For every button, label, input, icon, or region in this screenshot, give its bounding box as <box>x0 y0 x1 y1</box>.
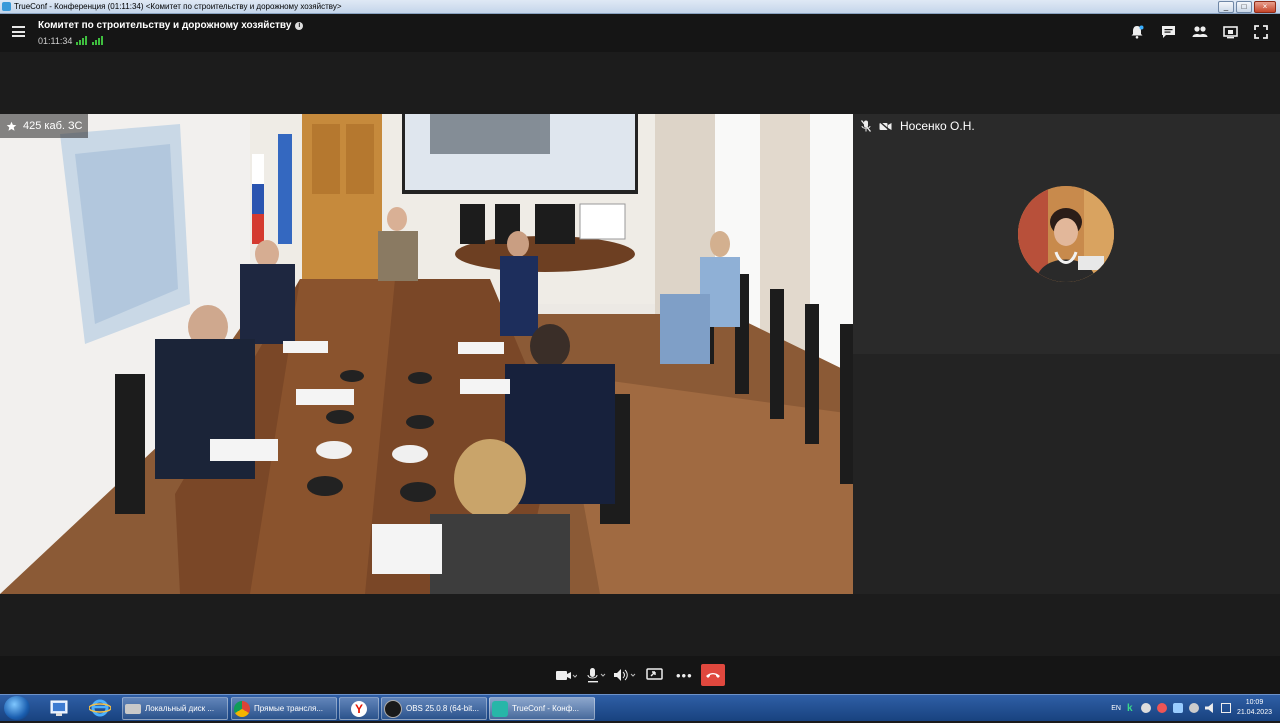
call-toolbar: ••• <box>0 656 1280 694</box>
participants-icon[interactable] <box>1192 25 1208 39</box>
video-stage: 425 каб. ЗС Носенко О.Н. <box>0 52 1280 656</box>
taskbar-item-label: OBS 25.0.8 (64-bit... <box>406 704 479 713</box>
speaker-button[interactable] <box>613 664 637 686</box>
yandex-icon: Y <box>351 700 367 717</box>
window-title: TrueConf - Конференция (01:11:34) <Комит… <box>14 2 342 11</box>
screen-share-button[interactable] <box>646 664 663 686</box>
bell-icon[interactable] <box>1130 25 1146 39</box>
hangup-icon <box>706 673 720 678</box>
tray-sync-icon[interactable] <box>1188 703 1199 713</box>
window-title-bar: TrueConf - Конференция (01:11:34) <Комит… <box>0 0 1280 14</box>
more-button[interactable]: ••• <box>676 664 693 686</box>
start-button[interactable] <box>4 696 30 720</box>
participant-avatar <box>1018 186 1114 282</box>
microphone-button[interactable] <box>585 664 607 686</box>
camera-icon <box>556 671 577 680</box>
minimize-button[interactable]: _ <box>1218 1 1234 13</box>
maximize-button[interactable]: □ <box>1236 1 1252 13</box>
system-clock[interactable]: 10:09 21.04.2023 <box>1237 698 1272 718</box>
trueconf-icon <box>492 700 508 717</box>
clock-date: 21.04.2023 <box>1236 709 1272 716</box>
conference-title-row: Комитет по строительству и дорожному хоз… <box>38 20 304 31</box>
empty-participant-area <box>853 354 1280 594</box>
tray-app-icon[interactable] <box>1140 703 1151 713</box>
close-button[interactable]: × <box>1254 1 1276 13</box>
camera-muted-icon <box>879 120 892 132</box>
hangup-button[interactable] <box>701 664 725 686</box>
elapsed-time: 01:11:34 <box>38 36 73 46</box>
main-video-label-bar: 425 каб. ЗС <box>0 114 89 138</box>
screen-share-icon <box>646 668 663 680</box>
conference-room-video <box>0 114 853 594</box>
language-indicator[interactable]: EN <box>1111 705 1121 712</box>
windows-taskbar: Локальный диск ... Прямые трансля... Y O… <box>0 694 1280 721</box>
signal-quality-icon <box>76 36 87 45</box>
kaspersky-tray-icon[interactable]: k <box>1127 703 1135 714</box>
network-icon[interactable] <box>1220 703 1231 713</box>
speaker-icon <box>614 669 636 681</box>
taskbar-item-label: Локальный диск ... <box>145 704 215 713</box>
chrome-icon <box>234 700 250 717</box>
participant-name: Носенко О.Н. <box>900 119 975 133</box>
taskbar-item-yandex[interactable]: Y <box>339 697 379 720</box>
conference-title: Комитет по строительству и дорожному хоз… <box>38 20 292 31</box>
explorer-pinned-icon[interactable] <box>48 698 70 718</box>
conference-header: Комитет по строительству и дорожному хоз… <box>0 14 1280 52</box>
taskbar-item-explorer[interactable]: Локальный диск ... <box>122 697 228 720</box>
main-video-label: 425 каб. ЗС <box>23 120 83 132</box>
mic-muted-icon <box>861 120 871 132</box>
participant-tile[interactable]: Носенко О.Н. <box>853 114 1280 354</box>
obs-icon <box>384 699 402 718</box>
star-icon[interactable] <box>6 121 17 132</box>
info-icon[interactable]: i <box>295 22 304 30</box>
volume-icon[interactable] <box>1204 703 1213 713</box>
taskbar-item-obs[interactable]: OBS 25.0.8 (64-bit... <box>381 697 487 720</box>
taskbar-item-label: Прямые трансля... <box>254 704 324 713</box>
more-icon: ••• <box>676 667 693 683</box>
tray-display-icon[interactable] <box>1172 703 1183 713</box>
share-icon[interactable] <box>1223 25 1239 39</box>
tray-record-icon[interactable] <box>1156 703 1167 713</box>
taskbar-item-trueconf[interactable]: TrueConf - Конф... <box>489 697 595 720</box>
trueconf-app-icon <box>2 2 11 11</box>
participant-label-bar: Носенко О.Н. <box>861 119 975 133</box>
drive-icon <box>125 703 141 714</box>
taskbar-item-chrome[interactable]: Прямые трансля... <box>231 697 337 720</box>
menu-icon[interactable] <box>12 26 25 37</box>
network-quality-icon <box>92 36 103 45</box>
fullscreen-icon[interactable] <box>1254 25 1270 39</box>
chat-icon[interactable] <box>1161 25 1177 39</box>
microphone-icon <box>587 668 606 683</box>
internet-explorer-icon[interactable] <box>88 698 112 718</box>
camera-button[interactable] <box>555 664 577 686</box>
main-video-tile[interactable]: 425 каб. ЗС <box>0 114 853 594</box>
system-tray: EN k 10:09 21.04.2023 <box>1111 695 1280 721</box>
clock-time: 10:09 <box>1245 699 1264 706</box>
taskbar-item-label: TrueConf - Конф... <box>512 704 579 713</box>
